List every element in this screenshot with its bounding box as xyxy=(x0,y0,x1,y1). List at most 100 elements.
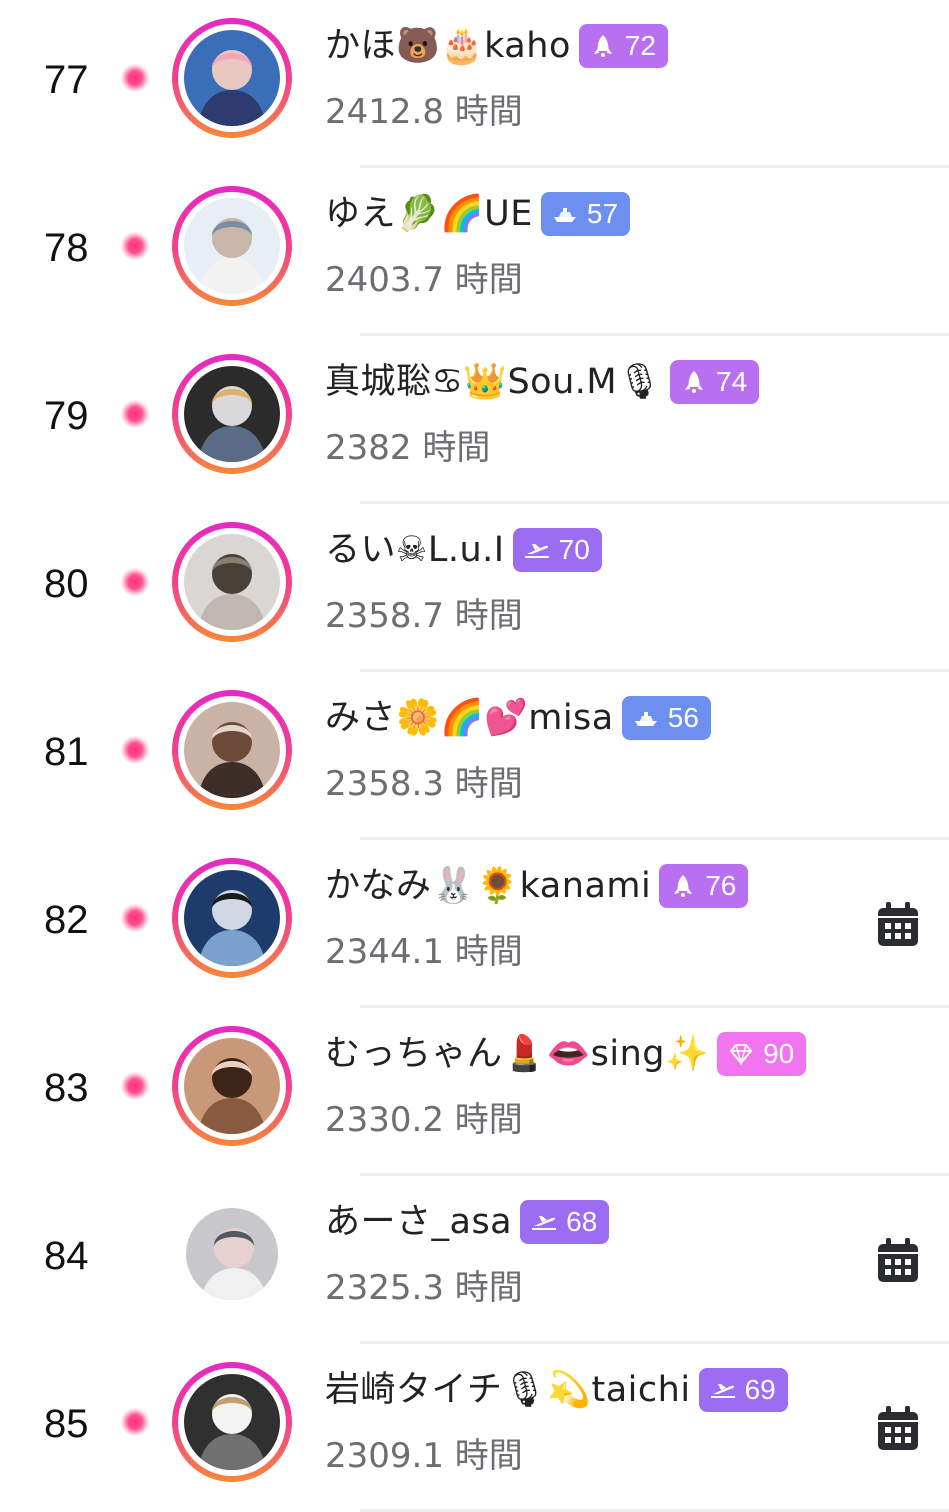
diamond-icon xyxy=(727,1040,755,1068)
avatar[interactable] xyxy=(184,30,280,126)
plane-icon xyxy=(709,1376,737,1404)
name-line: るい☠L.u.I 70 xyxy=(325,526,602,574)
avatar[interactable] xyxy=(184,366,280,462)
live-indicator-icon xyxy=(121,1072,149,1100)
live-indicator-icon xyxy=(121,1408,149,1436)
name-line: かほ🐻🎂kaho 72 xyxy=(325,22,669,70)
calendar-icon[interactable] xyxy=(876,1406,920,1452)
name-line: ゆえ🥬🌈UE 57 xyxy=(325,190,631,238)
hours-value: 2403.7 時間 xyxy=(325,260,523,300)
ranking-row-85[interactable]: 85 岩崎タイチ🎙💫taichi 69 2309.1 時間 xyxy=(0,1344,949,1512)
level-value: 70 xyxy=(558,534,590,565)
rank-number: 82 xyxy=(44,898,89,942)
hours-value: 2330.2 時間 xyxy=(325,1100,523,1140)
level-badge: 68 xyxy=(520,1200,610,1244)
user-name[interactable]: あーさ_asa xyxy=(325,1200,512,1244)
plane-icon xyxy=(523,536,551,564)
ranking-row-78[interactable]: 78 ゆえ🥬🌈UE 57 2403.7 時間 xyxy=(0,168,949,336)
ranking-row-77[interactable]: 77 かほ🐻🎂kaho 72 2412.8 時間 xyxy=(0,0,949,168)
avatar[interactable] xyxy=(184,534,280,630)
user-name[interactable]: かなみ🐰🌻kanami xyxy=(325,864,651,908)
live-indicator-icon xyxy=(121,400,149,428)
level-badge: 76 xyxy=(659,864,749,908)
calendar-icon[interactable] xyxy=(876,902,920,948)
name-line: 真城聡♋👑Sou.M🎙 74 xyxy=(325,358,760,406)
level-value: 68 xyxy=(566,1206,598,1237)
hours-value: 2412.8 時間 xyxy=(325,92,523,132)
rank-number: 85 xyxy=(44,1402,89,1446)
rank-number: 80 xyxy=(44,562,89,606)
hours-value: 2382 時間 xyxy=(325,428,491,468)
avatar-ring[interactable] xyxy=(172,186,292,306)
level-badge: 69 xyxy=(698,1368,788,1412)
user-name[interactable]: みさ🌼🌈💕misa xyxy=(325,696,614,740)
live-indicator-icon xyxy=(121,736,149,764)
boat-icon xyxy=(551,200,579,228)
name-line: 岩崎タイチ🎙💫taichi 69 xyxy=(325,1366,788,1414)
avatar[interactable] xyxy=(184,702,280,798)
avatar-ring[interactable] xyxy=(172,354,292,474)
boat-icon xyxy=(632,704,660,732)
avatar-ring[interactable] xyxy=(172,1362,292,1482)
level-badge: 72 xyxy=(578,24,669,68)
user-name[interactable]: 真城聡♋👑Sou.M🎙 xyxy=(325,360,662,404)
ranking-row-80[interactable]: 80 るい☠L.u.I 70 2358.7 時間 xyxy=(0,504,949,672)
name-line: かなみ🐰🌻kanami 76 xyxy=(325,862,749,910)
level-value: 90 xyxy=(763,1038,795,1069)
rank-number: 84 xyxy=(44,1234,89,1278)
rank-number: 79 xyxy=(44,394,89,438)
avatar[interactable] xyxy=(184,1038,280,1134)
user-name[interactable]: ゆえ🥬🌈UE xyxy=(325,192,533,236)
level-badge: 57 xyxy=(540,192,631,236)
live-indicator-icon xyxy=(121,232,149,260)
hours-value: 2358.3 時間 xyxy=(325,764,523,804)
rocket-icon xyxy=(680,368,708,396)
rocket-icon xyxy=(669,872,697,900)
ranking-row-82[interactable]: 82 かなみ🐰🌻kanami 76 2344.1 時間 xyxy=(0,840,949,1008)
avatar[interactable] xyxy=(184,198,280,294)
level-value: 76 xyxy=(705,870,737,901)
live-indicator-icon xyxy=(121,904,149,932)
level-badge: 90 xyxy=(717,1032,807,1076)
rank-number: 78 xyxy=(44,226,89,270)
avatar[interactable] xyxy=(184,870,280,966)
name-line: みさ🌼🌈💕misa 56 xyxy=(325,694,711,742)
level-badge: 56 xyxy=(621,696,711,740)
hours-value: 2344.1 時間 xyxy=(325,932,523,972)
calendar-icon[interactable] xyxy=(876,1238,920,1284)
ranking-row-79[interactable]: 79 真城聡♋👑Sou.M🎙 74 2382 時間 xyxy=(0,336,949,504)
ranking-row-84[interactable]: 84 あーさ_asa 68 2325.3 時間 xyxy=(0,1176,949,1344)
avatar[interactable] xyxy=(186,1208,278,1300)
avatar[interactable] xyxy=(184,1374,280,1470)
level-badge: 74 xyxy=(670,360,760,404)
level-badge: 70 xyxy=(512,528,602,572)
ranking-row-81[interactable]: 81 みさ🌼🌈💕misa 56 2358.3 時間 xyxy=(0,672,949,840)
user-name[interactable]: かほ🐻🎂kaho xyxy=(325,24,571,68)
hours-value: 2358.7 時間 xyxy=(325,596,523,636)
plane-icon xyxy=(530,1208,558,1236)
avatar-ring[interactable] xyxy=(172,858,292,978)
rank-number: 83 xyxy=(44,1066,89,1110)
live-indicator-icon xyxy=(121,568,149,596)
rank-number: 81 xyxy=(44,730,89,774)
avatar-ring[interactable] xyxy=(172,1026,292,1146)
hours-value: 2325.3 時間 xyxy=(325,1268,523,1308)
ranking-list: 77 かほ🐻🎂kaho 72 2412.8 時間 78 ゆえ🥬🌈UE 57 24… xyxy=(0,0,949,1512)
rocket-icon xyxy=(589,32,617,60)
ranking-row-83[interactable]: 83 むっちゃん💄👄sing✨ 90 2330.2 時間 xyxy=(0,1008,949,1176)
rank-number: 77 xyxy=(44,58,89,102)
user-name[interactable]: 岩崎タイチ🎙💫taichi xyxy=(325,1368,691,1412)
name-line: あーさ_asa 68 xyxy=(325,1198,610,1246)
user-name[interactable]: むっちゃん💄👄sing✨ xyxy=(325,1032,709,1076)
avatar-ring[interactable] xyxy=(172,522,292,642)
live-indicator-icon xyxy=(121,64,149,92)
user-name[interactable]: るい☠L.u.I xyxy=(325,528,505,572)
level-value: 72 xyxy=(624,30,657,61)
avatar-ring[interactable] xyxy=(172,1194,292,1314)
name-line: むっちゃん💄👄sing✨ 90 xyxy=(325,1030,807,1078)
avatar-ring[interactable] xyxy=(172,690,292,810)
level-value: 74 xyxy=(716,366,748,397)
avatar-ring[interactable] xyxy=(172,18,292,138)
level-value: 56 xyxy=(667,702,699,733)
hours-value: 2309.1 時間 xyxy=(325,1436,523,1476)
